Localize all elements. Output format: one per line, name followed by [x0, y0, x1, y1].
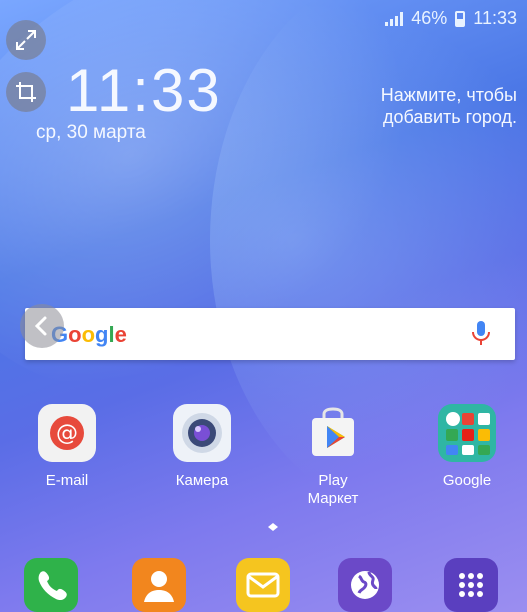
weather-widget[interactable]: Нажмите, чтобы добавить город. — [381, 84, 517, 128]
app-label: E-mail — [45, 472, 89, 489]
clock-date[interactable]: ср, 30 марта — [36, 122, 146, 144]
back-icon[interactable] — [20, 304, 64, 348]
svg-text:@: @ — [56, 421, 78, 446]
play-market-icon — [304, 404, 362, 462]
email-icon: @ — [38, 404, 96, 462]
phone-icon[interactable] — [24, 558, 78, 612]
resize-icon[interactable] — [6, 20, 46, 60]
app-label: Google — [442, 472, 492, 489]
google-search-bar[interactable]: Google — [25, 308, 515, 360]
home-screen: 46% 11:33 11:33 ср, 30 марта Нажмите, чт… — [0, 0, 527, 612]
app-play-market[interactable]: Play Маркет — [290, 404, 376, 508]
google-folder-icon — [438, 404, 496, 462]
messages-icon[interactable] — [236, 558, 290, 612]
app-google-folder[interactable]: Google — [424, 404, 510, 490]
internet-icon[interactable] — [338, 558, 392, 612]
app-label: Камера — [175, 472, 229, 489]
weather-line: Нажмите, чтобы — [380, 85, 517, 105]
page-indicator[interactable] — [268, 518, 278, 531]
status-time: 11:33 — [473, 8, 517, 28]
weather-line: добавить город. — [383, 107, 517, 127]
clock-time[interactable]: 11:33 — [66, 56, 222, 125]
app-label: Play Маркет — [307, 472, 359, 507]
crop-icon[interactable] — [6, 72, 46, 112]
battery-icon — [455, 10, 466, 27]
app-email[interactable]: @ E-mail — [24, 404, 110, 490]
contacts-icon[interactable] — [132, 558, 186, 612]
dock — [0, 548, 527, 612]
signal-icon — [385, 11, 404, 26]
battery-percent: 46% — [411, 8, 448, 28]
microphone-icon[interactable] — [469, 319, 493, 354]
app-camera[interactable]: Камера — [159, 404, 245, 490]
camera-icon — [173, 404, 231, 462]
apps-grid-icon[interactable] — [444, 558, 498, 612]
status-bar: 46% 11:33 — [385, 8, 517, 29]
